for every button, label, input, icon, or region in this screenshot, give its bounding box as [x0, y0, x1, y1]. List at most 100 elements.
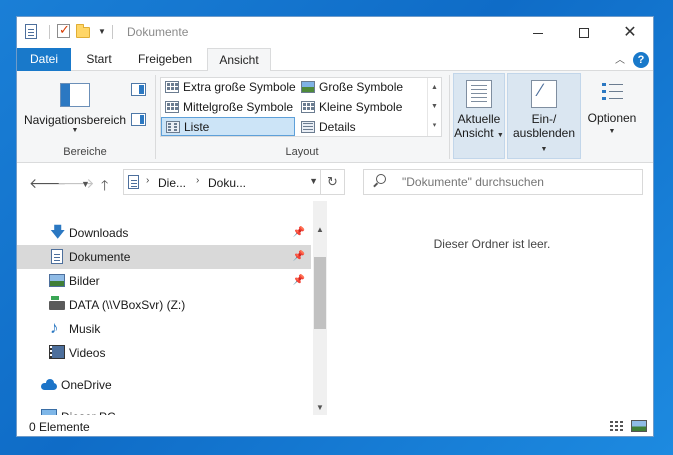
layout-extra-large-icons[interactable]: Extra große Symbole — [161, 78, 297, 97]
pin-icon[interactable]: 📌 — [293, 269, 305, 293]
ribbon-tabs: Datei Start Freigeben Ansicht ︿ ? — [17, 48, 653, 72]
layout-list[interactable]: Liste — [161, 117, 295, 136]
layout-small-icons[interactable]: Kleine Symbole — [297, 98, 427, 117]
file-list-area[interactable]: Dieser Ordner ist leer. — [329, 201, 653, 415]
nav-scrollbar[interactable]: ▲ ▼ — [313, 201, 327, 415]
refresh-button[interactable]: ↻ — [320, 170, 344, 194]
grid-icon — [165, 81, 179, 93]
layout-gallery-scroller[interactable]: ▲ ▼ ▾ — [427, 78, 441, 136]
tab-start[interactable]: Start — [71, 48, 127, 71]
network-drive-icon — [49, 296, 65, 310]
options-dropdown-icon: ▼ — [608, 128, 616, 135]
group-label-layout: Layout — [285, 146, 319, 158]
qat-separator — [49, 25, 50, 39]
location-document-icon — [128, 175, 139, 189]
address-row: 🡐 🡒 ▼ 🡑 › Die... › Doku... ▼ ↻ — [17, 163, 653, 201]
details-pane-icon[interactable] — [131, 113, 146, 126]
layout-item-label: Kleine Symbole — [319, 100, 403, 114]
nav-item-label: Bilder — [69, 274, 100, 288]
layout-item-label: Große Symbole — [319, 80, 404, 94]
window-document-icon[interactable] — [23, 24, 39, 40]
scroll-up-icon[interactable]: ▲ — [428, 78, 441, 97]
help-icon[interactable]: ? — [633, 52, 649, 68]
nav-item-downloads[interactable]: Downloads 📌 — [17, 221, 311, 245]
customize-qat-dropdown-icon[interactable]: ▼ — [98, 24, 106, 40]
close-button[interactable]: ✕ — [607, 17, 653, 48]
nav-item-this-pc[interactable]: Dieser PC — [17, 405, 311, 415]
nav-item-label: Dokumente — [69, 250, 131, 264]
nav-item-music[interactable]: Musik — [17, 316, 311, 341]
details-view-icon[interactable] — [609, 419, 625, 433]
minimize-button[interactable] — [515, 17, 561, 48]
layout-item-label: Mittelgroße Symbole — [183, 100, 294, 114]
navigation-pane-dropdown-icon: ▼ — [71, 127, 79, 134]
layout-details[interactable]: Details — [297, 118, 427, 137]
maximize-button[interactable] — [561, 17, 607, 48]
nav-item-label: Dieser PC — [61, 405, 116, 415]
scroll-down-icon[interactable]: ▼ — [428, 97, 441, 116]
title-bar: ▼ Dokumente ✕ — [17, 17, 653, 48]
pictures-icon — [49, 274, 65, 287]
layout-item-label: Extra große Symbole — [183, 80, 296, 94]
recent-locations-icon[interactable]: ▼ — [81, 179, 90, 189]
tab-view[interactable]: Ansicht — [207, 48, 271, 72]
preview-pane-icon[interactable] — [131, 83, 146, 96]
qat-separator-2 — [111, 25, 113, 39]
nav-item-pictures[interactable]: Bilder 📌 — [17, 269, 311, 293]
pin-icon[interactable]: 📌 — [293, 221, 305, 245]
options-button[interactable]: Optionen ▼ — [585, 73, 639, 159]
scroll-up-icon[interactable]: ▲ — [313, 223, 327, 237]
list-icon — [166, 121, 180, 133]
grid-icon — [165, 101, 179, 113]
current-view-icon — [466, 80, 492, 108]
navigation-pane-label: Navigationsbereich — [23, 113, 127, 127]
current-view-label-2: Ansicht ▼ — [454, 126, 504, 140]
show-hide-button[interactable]: Ein-/ ausblenden ▼ — [507, 73, 581, 159]
nav-item-label: Musik — [69, 322, 101, 336]
current-view-button[interactable]: Aktuelle Ansicht ▼ — [453, 73, 505, 159]
current-view-label-1: Aktuelle — [457, 112, 501, 126]
tab-file[interactable]: Datei — [17, 48, 71, 71]
breadcrumb-documents[interactable]: Doku... — [208, 176, 246, 190]
chevron-right-icon[interactable]: › — [196, 175, 199, 186]
search-box[interactable] — [363, 169, 643, 195]
maximize-icon — [579, 28, 589, 39]
layout-medium-icons[interactable]: Mittelgroße Symbole — [161, 98, 297, 117]
nav-item-label: DATA (\\VBoxSvr) (Z:) — [69, 298, 186, 312]
scrollbar-thumb[interactable] — [314, 257, 326, 329]
collapse-ribbon-icon[interactable]: ︿ — [615, 51, 625, 66]
nav-item-network-drive[interactable]: DATA (\\VBoxSvr) (Z:) — [17, 293, 311, 317]
expand-gallery-icon[interactable]: ▾ — [428, 116, 441, 135]
scroll-down-icon[interactable]: ▼ — [313, 401, 327, 415]
chevron-right-icon[interactable]: › — [146, 175, 149, 186]
properties-icon[interactable] — [56, 22, 72, 40]
pin-icon[interactable]: 📌 — [293, 245, 305, 269]
new-folder-icon[interactable] — [76, 24, 92, 40]
download-icon — [49, 221, 65, 245]
breadcrumb-this-pc[interactable]: Die... — [158, 176, 186, 190]
details-icon — [301, 121, 315, 133]
group-label-bereiche: Bereiche — [63, 146, 107, 158]
address-bar[interactable]: › Die... › Doku... ▼ ↻ — [123, 169, 345, 195]
group-separator — [449, 75, 450, 159]
navigation-pane: Downloads 📌 Dokumente 📌 Bilder 📌 DATA (\… — [17, 201, 329, 415]
videos-icon — [49, 345, 65, 359]
nav-item-documents[interactable]: Dokumente 📌 — [17, 245, 311, 269]
search-input[interactable] — [402, 172, 632, 192]
quick-access-toolbar: ▼ — [23, 22, 119, 41]
address-history-dropdown-icon[interactable]: ▼ — [309, 176, 318, 186]
nav-item-videos[interactable]: Videos — [17, 341, 311, 365]
empty-folder-message: Dieser Ordner ist leer. — [433, 237, 551, 251]
nav-item-onedrive[interactable]: OneDrive — [17, 373, 311, 397]
music-icon — [49, 316, 65, 340]
onedrive-icon — [41, 377, 57, 393]
navigation-pane-button[interactable]: Navigationsbereich ▼ — [23, 75, 127, 143]
show-hide-label-2: ausblenden ▼ — [512, 126, 576, 153]
item-count: 0 Elemente — [29, 420, 90, 434]
tab-share[interactable]: Freigeben — [129, 48, 201, 71]
up-button[interactable]: 🡑 — [101, 175, 108, 199]
layout-large-icons[interactable]: Große Symbole — [297, 78, 427, 97]
large-icons-view-icon[interactable] — [631, 420, 647, 432]
group-separator — [155, 75, 156, 159]
nav-item-label: Videos — [69, 346, 106, 360]
